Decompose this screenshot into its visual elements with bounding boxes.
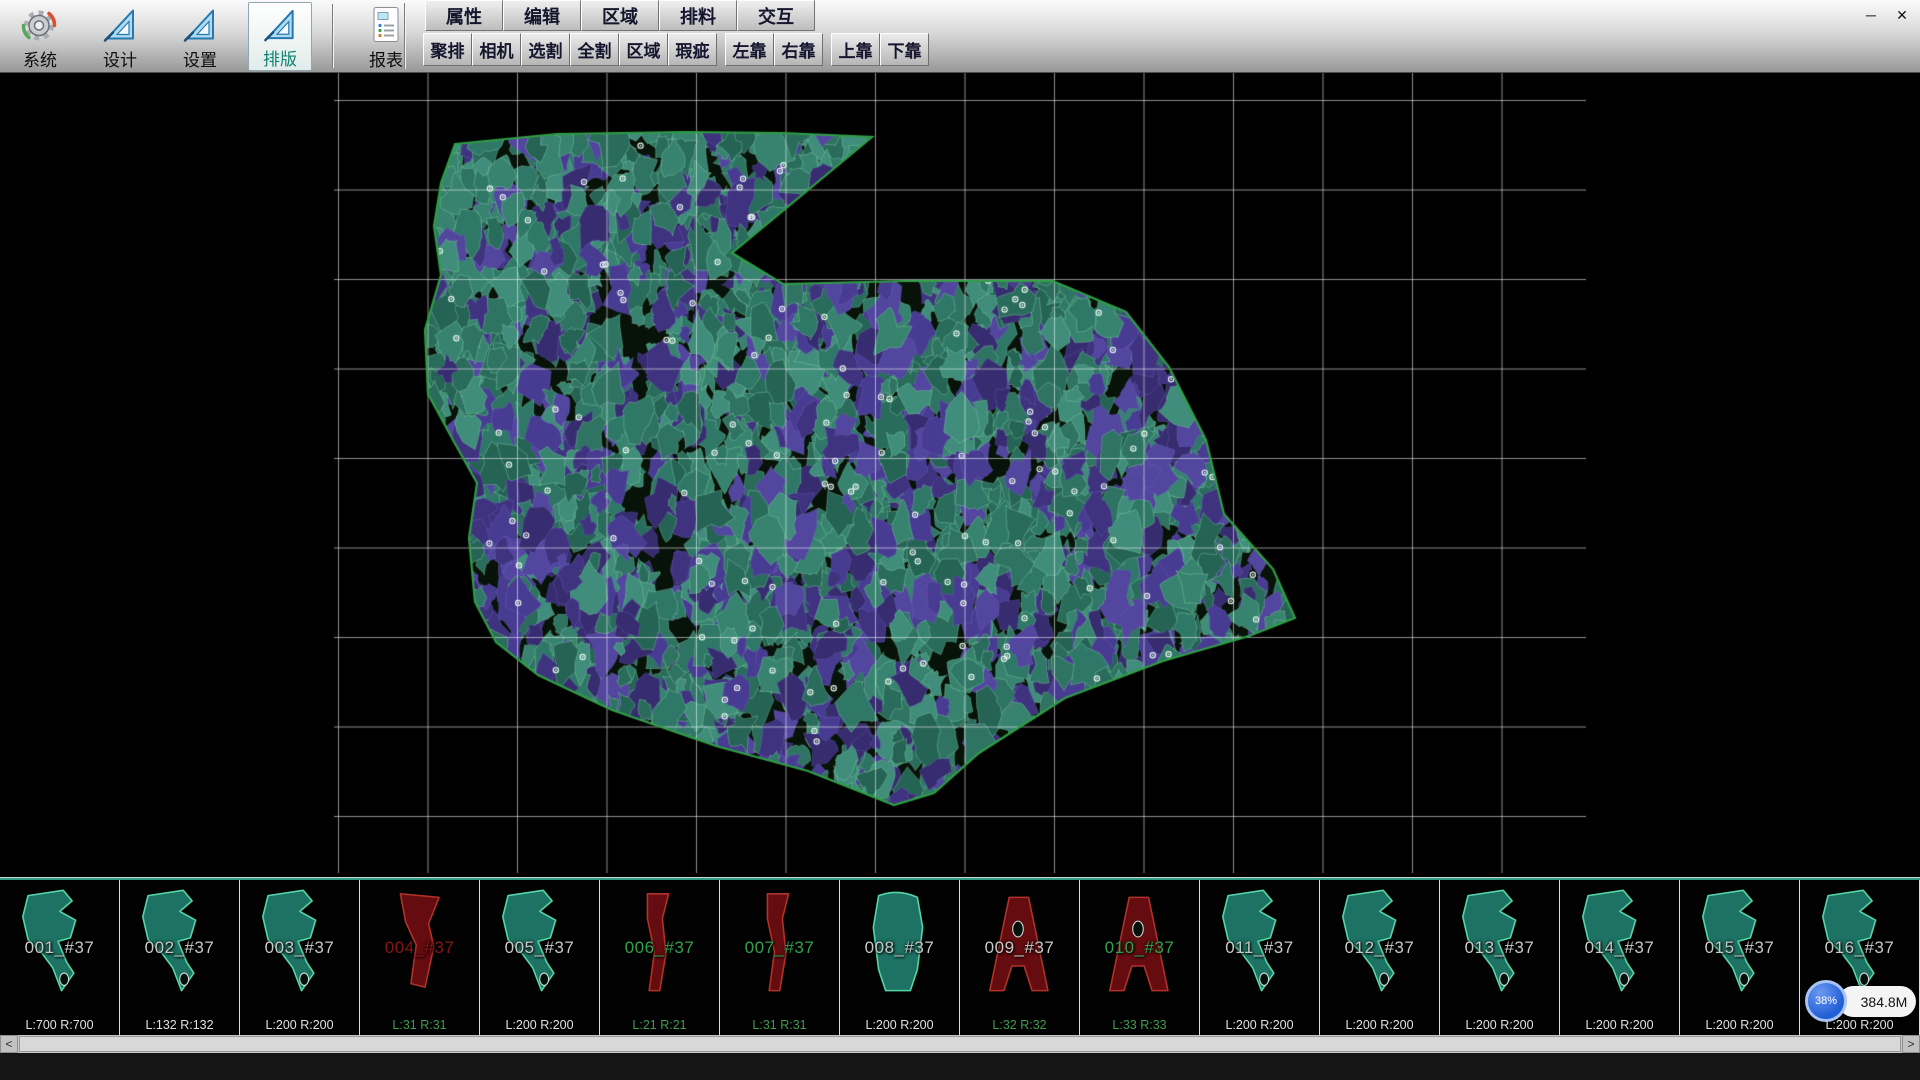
bottom-band	[0, 1053, 1920, 1080]
tool-button-6[interactable]: 瑕疵	[668, 33, 717, 66]
menu-button-1[interactable]: 属性	[425, 0, 503, 31]
part-shape	[1334, 884, 1422, 1004]
part-cell-8[interactable]: 008_#37L:200 R:200	[840, 880, 960, 1035]
part-counts: L:21 R:21	[600, 1018, 719, 1032]
memory-badge: 384.8M	[1838, 986, 1916, 1017]
part-shape	[1694, 884, 1782, 1004]
horizontal-scrollbar[interactable]: < >	[0, 1035, 1920, 1053]
tool-row: 聚排相机选割全割区域瑕疵左靠右靠上靠下靠	[423, 33, 929, 66]
part-shape	[1574, 884, 1662, 1004]
part-shape	[854, 884, 942, 1004]
close-button[interactable]: ✕	[1889, 5, 1915, 25]
part-counts: L:200 R:200	[1680, 1018, 1799, 1032]
canvas-area[interactable]	[334, 73, 1586, 873]
part-counts: L:200 R:200	[1200, 1018, 1319, 1032]
part-shape	[494, 884, 582, 1004]
part-cell-1[interactable]: 001_#37L:700 R:700	[0, 880, 120, 1035]
tool-button-5[interactable]: 区域	[619, 33, 668, 66]
tool-button-7[interactable]: 左靠	[725, 33, 774, 66]
part-counts: L:32 R:32	[960, 1018, 1079, 1032]
report-icon	[366, 4, 406, 45]
toolbar: 系统设计设置排版报表 属性编辑区域排料交互 聚排相机选割全割区域瑕疵左靠右靠上靠…	[0, 0, 1920, 73]
part-cell-9[interactable]: 009_#37L:32 R:32	[960, 880, 1080, 1035]
part-shape	[374, 884, 462, 1004]
part-shape	[974, 884, 1062, 1004]
window-controls: ─ ✕	[1858, 5, 1915, 25]
part-shape	[614, 884, 702, 1004]
part-shape	[1094, 884, 1182, 1004]
part-cell-2[interactable]: 002_#37L:132 R:132	[120, 880, 240, 1035]
menu-button-5[interactable]: 交互	[737, 0, 815, 31]
scroll-thumb[interactable]	[19, 1036, 1901, 1052]
part-counts: L:31 R:31	[360, 1018, 479, 1032]
part-cell-6[interactable]: 006_#37L:21 R:21	[600, 880, 720, 1035]
mode-buttons: 系统 设计 设置 排版 报表	[8, 2, 418, 72]
menu-row: 属性编辑区域排料交互	[425, 0, 815, 31]
part-cell-12[interactable]: 012_#37L:200 R:200	[1320, 880, 1440, 1035]
part-cell-3[interactable]: 003_#37L:200 R:200	[240, 880, 360, 1035]
part-counts: L:200 R:200	[480, 1018, 599, 1032]
parts-strip: 001_#37L:700 R:700002_#37L:132 R:132003_…	[0, 878, 1920, 1035]
progress-text: 38%	[1815, 995, 1837, 1007]
tool-button-4[interactable]: 全割	[570, 33, 619, 66]
mode-button-3[interactable]: 设置	[168, 2, 232, 71]
mode-label: 报表	[369, 46, 403, 71]
part-counts: L:31 R:31	[720, 1018, 839, 1032]
mode-label: 系统	[23, 46, 57, 71]
tool-button-10[interactable]: 下靠	[880, 33, 929, 66]
mode-label: 设置	[183, 46, 217, 71]
mode-label: 排版	[263, 45, 297, 70]
menu-button-2[interactable]: 编辑	[503, 0, 581, 31]
nest-canvas[interactable]	[334, 73, 1586, 873]
part-cell-11[interactable]: 011_#37L:200 R:200	[1200, 880, 1320, 1035]
memory-text: 384.8M	[1861, 994, 1908, 1010]
tool-button-9[interactable]: 上靠	[831, 33, 880, 66]
progress-badge: 38%	[1805, 980, 1847, 1022]
part-counts: L:200 R:200	[1560, 1018, 1679, 1032]
part-shape	[1454, 884, 1542, 1004]
part-cell-10[interactable]: 010_#37L:33 R:33	[1080, 880, 1200, 1035]
part-shape	[734, 884, 822, 1004]
part-shape	[254, 884, 342, 1004]
mode-button-1[interactable]: 系统	[8, 2, 72, 71]
part-counts: L:200 R:200	[1440, 1018, 1559, 1032]
mode-label: 设计	[103, 46, 137, 71]
part-cell-4[interactable]: 004_#37L:31 R:31	[360, 880, 480, 1035]
tool-button-3[interactable]: 选割	[521, 33, 570, 66]
part-cell-7[interactable]: 007_#37L:31 R:31	[720, 880, 840, 1035]
menu-button-4[interactable]: 排料	[659, 0, 737, 31]
set-square-icon	[260, 5, 300, 44]
toolbar-divider	[404, 3, 406, 69]
part-counts: L:200 R:200	[840, 1018, 959, 1032]
mode-divider	[332, 4, 334, 68]
part-cell-5[interactable]: 005_#37L:200 R:200	[480, 880, 600, 1035]
part-counts: L:33 R:33	[1080, 1018, 1199, 1032]
part-counts: L:200 R:200	[240, 1018, 359, 1032]
tool-button-1[interactable]: 聚排	[423, 33, 472, 66]
app-window: 系统设计设置排版报表 属性编辑区域排料交互 聚排相机选割全割区域瑕疵左靠右靠上靠…	[0, 0, 1920, 1080]
part-shape	[134, 884, 222, 1004]
scroll-left-button[interactable]: <	[0, 1035, 18, 1053]
part-shape	[14, 884, 102, 1004]
minimize-button[interactable]: ─	[1858, 5, 1884, 25]
part-cell-13[interactable]: 013_#37L:200 R:200	[1440, 880, 1560, 1035]
mode-button-4[interactable]: 排版	[248, 2, 312, 71]
part-counts: L:132 R:132	[120, 1018, 239, 1032]
part-shape	[1214, 884, 1302, 1004]
set-square-icon	[180, 4, 220, 45]
part-counts: L:200 R:200	[1320, 1018, 1439, 1032]
part-counts: L:700 R:700	[0, 1018, 119, 1032]
tool-button-8[interactable]: 右靠	[774, 33, 823, 66]
part-cell-14[interactable]: 014_#37L:200 R:200	[1560, 880, 1680, 1035]
scroll-right-button[interactable]: >	[1902, 1035, 1920, 1053]
mode-button-2[interactable]: 设计	[88, 2, 152, 71]
part-cell-15[interactable]: 015_#37L:200 R:200	[1680, 880, 1800, 1035]
gear-icon	[20, 4, 60, 45]
tool-button-2[interactable]: 相机	[472, 33, 521, 66]
mode-button-5[interactable]: 报表	[354, 2, 418, 71]
menu-button-3[interactable]: 区域	[581, 0, 659, 31]
set-square-icon	[100, 4, 140, 45]
